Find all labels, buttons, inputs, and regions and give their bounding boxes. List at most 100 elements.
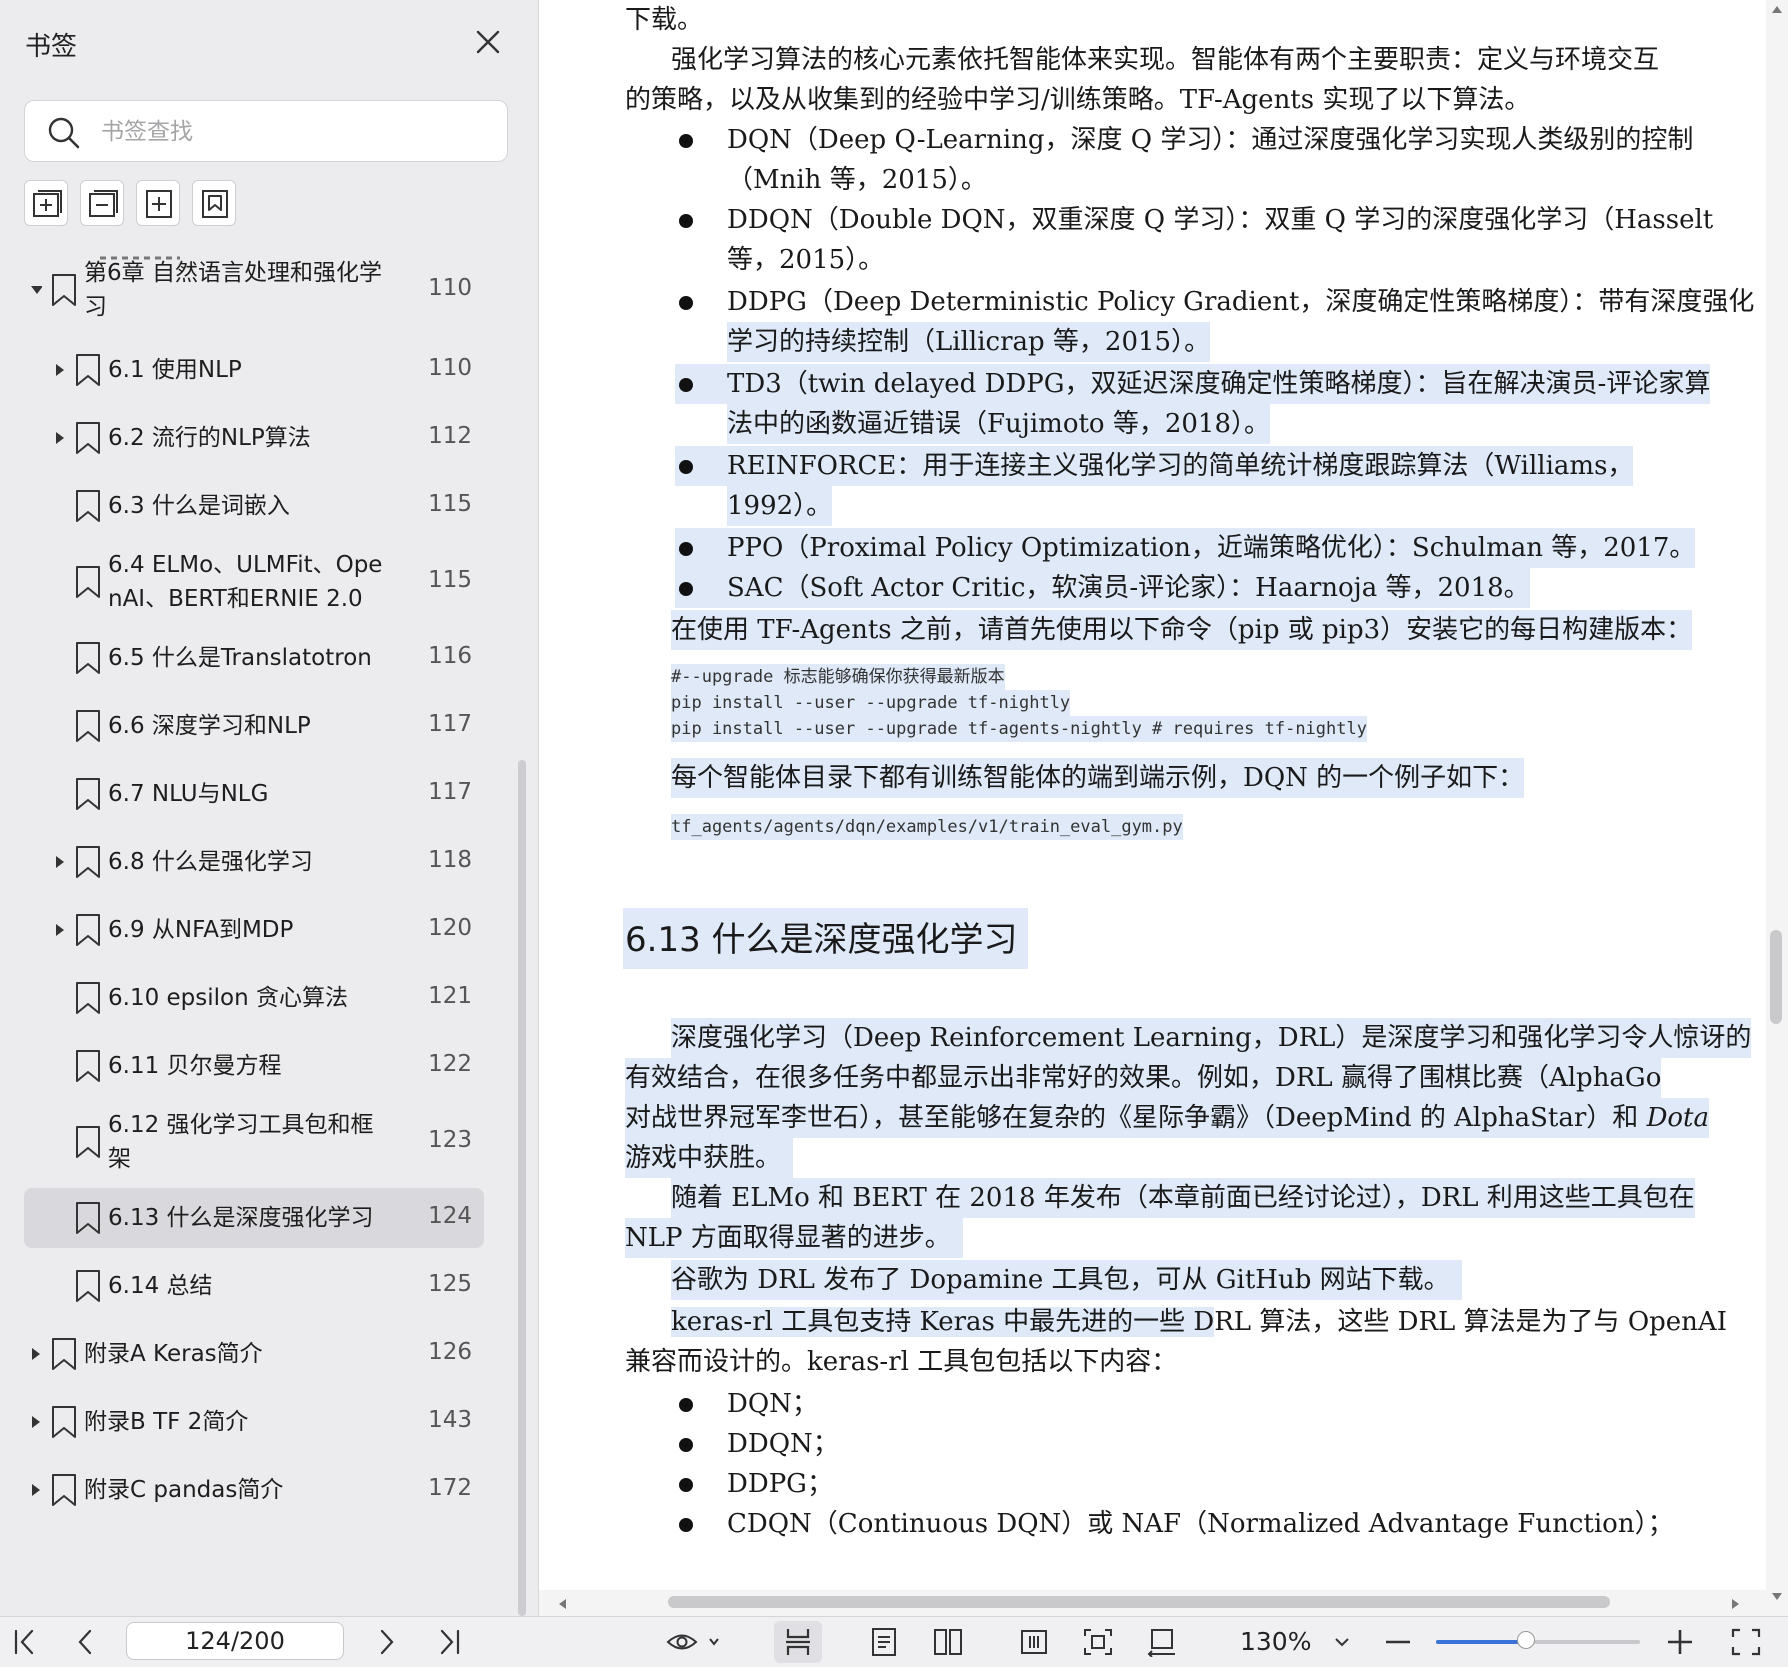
fit-width-icon xyxy=(1021,1630,1047,1654)
bookmark-label: 6.9 从NFA到MDP xyxy=(108,913,293,947)
vertical-scrollbar-thumb[interactable] xyxy=(1770,930,1782,1024)
vertical-scroll-track[interactable] xyxy=(1766,0,1788,1616)
scroll-down-icon[interactable] xyxy=(1771,1592,1783,1602)
bookmark-icon xyxy=(76,710,100,742)
bookmark-item[interactable]: 6.14 总结 125 xyxy=(24,1256,484,1316)
bookmark-icon xyxy=(76,490,100,522)
zoom-dropdown-button[interactable] xyxy=(1328,1627,1356,1657)
bookmark-icon xyxy=(76,1126,100,1158)
bookmark-label-line: 6.2 流行的NLP算法 xyxy=(108,425,311,451)
text-line: DDPG； xyxy=(727,1469,833,1499)
bookmark-label-line: 第6章 自然语言处理和强化学 xyxy=(84,260,382,286)
bookmark-item[interactable]: 6.4 ELMo、ULMFit、Ope nAI、BERT和ERNIE 2.0 115 xyxy=(24,544,484,620)
fit-page-button[interactable] xyxy=(1082,1627,1114,1657)
highlighted-text: TD3（twin delayed DDPG，双延迟深度确定性策略梯度）：旨在解决… xyxy=(711,364,1711,404)
first-page-button[interactable] xyxy=(8,1627,40,1657)
bookmark-item[interactable]: 6.10 epsilon 贪心算法 121 xyxy=(24,968,484,1028)
bookmark-flag-button[interactable] xyxy=(192,180,236,226)
continuous-scroll-button[interactable] xyxy=(774,1621,822,1663)
bookmark-label-line: 6.12 强化学习工具包和框 xyxy=(108,1112,374,1138)
bookmark-item[interactable]: 6.12 强化学习工具包和框架 123 xyxy=(24,1104,484,1180)
document-page: 下载。 强化学习算法的核心元素依托智能体来实现。智能体有两个主要职责：定义与环境… xyxy=(539,0,1766,1590)
bookmark-page-number: 115 xyxy=(428,491,472,517)
two-page-button[interactable] xyxy=(932,1627,964,1657)
bookmark-item[interactable]: 附录A Keras简介 126 xyxy=(24,1324,484,1384)
bookmark-label: 6.10 epsilon 贪心算法 xyxy=(108,981,348,1015)
single-page-button[interactable] xyxy=(868,1627,900,1657)
highlighted-text: REINFORCE：用于连接主义强化学习的简单统计梯度跟踪算法（Williams… xyxy=(727,446,1634,486)
highlighted-text: 1992）。 xyxy=(727,486,833,526)
bookmark-icon xyxy=(76,914,100,946)
bookmark-item[interactable]: 6.3 什么是词嵌入 115 xyxy=(24,476,484,536)
bookmark-item[interactable]: 第6章 自然语言处理和强化学习 110 xyxy=(24,252,484,328)
bookmark-item[interactable]: 6.7 NLU与NLG 117 xyxy=(24,764,484,824)
last-page-icon xyxy=(440,1629,460,1655)
sidebar-scrollbar[interactable] xyxy=(518,760,526,1616)
bookmark-page-number: 118 xyxy=(428,847,472,873)
bookmark-icon xyxy=(76,642,100,674)
collapse-all-button[interactable] xyxy=(80,180,124,226)
bookmark-item[interactable]: 6.9 从NFA到MDP 120 xyxy=(24,900,484,960)
bookmark-page-number: 110 xyxy=(428,355,472,381)
view-mode-button[interactable] xyxy=(666,1627,724,1657)
horizontal-scrollbar-thumb[interactable] xyxy=(668,1596,1610,1608)
section-heading: 6.13 什么是深度强化学习 xyxy=(623,908,1028,969)
fit-width-button[interactable] xyxy=(1018,1627,1050,1657)
page-number-input[interactable] xyxy=(126,1622,344,1660)
expand-all-button[interactable] xyxy=(24,180,68,226)
add-bookmark-icon xyxy=(146,190,172,218)
bookmark-label-line: 6.1 使用NLP xyxy=(108,357,242,383)
zoom-out-button[interactable] xyxy=(1382,1627,1414,1657)
caret-right-icon[interactable] xyxy=(54,363,66,377)
zoom-slider-handle[interactable] xyxy=(1516,1631,1535,1649)
highlighted-text: 对战世界冠军李世石），甚至能够在复杂的《星际争霸》（DeepMind 的 Alp… xyxy=(625,1098,1710,1138)
caret-right-icon[interactable] xyxy=(54,431,66,445)
bookmark-item[interactable]: 6.2 流行的NLP算法 112 xyxy=(24,408,484,468)
next-page-button[interactable] xyxy=(370,1627,402,1657)
scroll-left-icon[interactable] xyxy=(557,1598,567,1610)
bookmark-item[interactable]: 附录C pandas简介 172 xyxy=(24,1460,484,1520)
fullscreen-button[interactable] xyxy=(1730,1627,1762,1657)
caret-right-icon[interactable] xyxy=(54,923,66,937)
bookmark-search-input[interactable] xyxy=(99,109,493,155)
bookmark-item[interactable]: 6.13 什么是深度强化学习 124 xyxy=(24,1188,484,1248)
caret-right-icon[interactable] xyxy=(30,1347,42,1361)
text-line: DDQN； xyxy=(727,1429,839,1459)
bookmark-icon xyxy=(52,274,76,306)
text-line: 下载。 xyxy=(625,5,704,35)
text-line: DDPG（Deep Deterministic Policy Gradient，… xyxy=(727,287,1755,317)
last-page-button[interactable] xyxy=(434,1627,474,1657)
bookmark-label-line: 6.7 NLU与NLG xyxy=(108,781,269,807)
previous-page-button[interactable] xyxy=(70,1627,102,1657)
bookmark-item[interactable]: 6.5 什么是Translatotron 116 xyxy=(24,628,484,688)
highlighted-text: SAC（Soft Actor Critic，软演员-评论家）：Haarnoja … xyxy=(727,568,1530,608)
bookmark-item[interactable]: 附录B TF 2简介 143 xyxy=(24,1392,484,1452)
two-page-icon xyxy=(934,1629,962,1655)
highlighted-text: 游戏中获胜。 xyxy=(625,1138,794,1178)
bookmark-label-line: 6.8 什么是强化学习 xyxy=(108,849,313,875)
caret-right-icon[interactable] xyxy=(30,1483,42,1497)
add-bookmark-button[interactable] xyxy=(136,180,180,226)
rotate-icon xyxy=(1147,1629,1175,1658)
bookmark-page-number: 117 xyxy=(428,779,472,805)
bookmark-item[interactable]: 6.1 使用NLP 110 xyxy=(24,340,484,400)
bookmark-item[interactable]: 6.11 贝尔曼方程 122 xyxy=(24,1036,484,1096)
minus-icon xyxy=(1386,1640,1410,1644)
caret-right-icon[interactable] xyxy=(54,855,66,869)
caret-right-icon[interactable] xyxy=(30,1415,42,1429)
bookmark-page-number: 121 xyxy=(428,983,472,1009)
zoom-in-button[interactable] xyxy=(1664,1627,1696,1657)
zoom-level[interactable]: 130% xyxy=(1240,1627,1311,1656)
bookmark-label-line: 6.10 epsilon 贪心算法 xyxy=(108,985,348,1011)
bookmark-icon xyxy=(76,982,100,1014)
rotate-button[interactable] xyxy=(1146,1627,1178,1658)
bookmark-item[interactable]: 6.6 深度学习和NLP 117 xyxy=(24,696,484,756)
close-icon[interactable] xyxy=(470,24,506,60)
scroll-up-icon[interactable] xyxy=(1771,4,1783,14)
bookmark-item[interactable]: 6.8 什么是强化学习 118 xyxy=(24,832,484,892)
bookmark-label: 6.8 什么是强化学习 xyxy=(108,845,313,879)
bookmark-label-line: 6.11 贝尔曼方程 xyxy=(108,1053,282,1079)
caret-down-icon[interactable] xyxy=(30,283,42,297)
scroll-right-icon[interactable] xyxy=(1731,1598,1741,1610)
highlighted-text: 随着 ELMo 和 BERT 在 2018 年发布（本章前面已经讨论过），DRL… xyxy=(671,1178,1695,1218)
